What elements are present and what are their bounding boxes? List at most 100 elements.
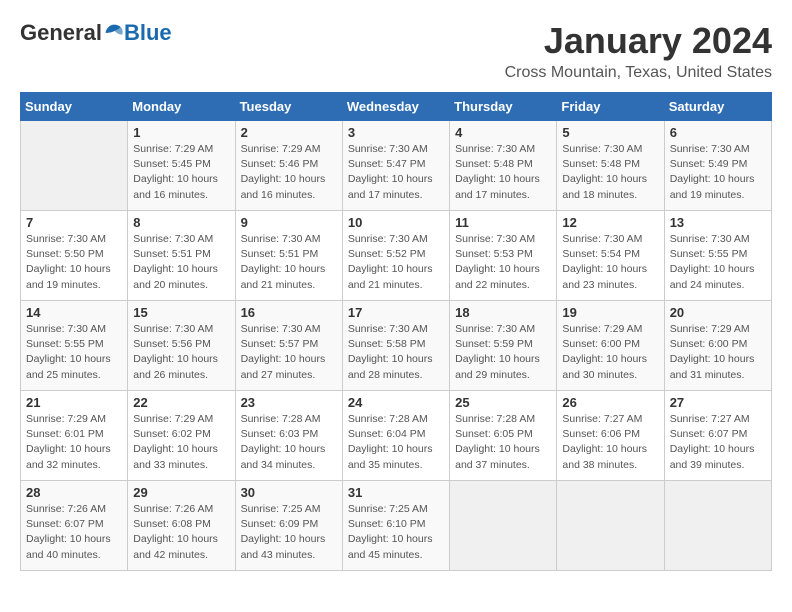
day-number: 18 bbox=[455, 305, 551, 320]
day-number: 2 bbox=[241, 125, 337, 140]
day-number: 27 bbox=[670, 395, 766, 410]
day-info: Sunrise: 7:29 AMSunset: 6:02 PMDaylight:… bbox=[133, 412, 229, 473]
calendar-cell: 14Sunrise: 7:30 AMSunset: 5:55 PMDayligh… bbox=[21, 301, 128, 391]
day-number: 28 bbox=[26, 485, 122, 500]
calendar-cell: 6 Sunrise: 7:30 AMSunset: 5:49 PMDaylight… bbox=[664, 121, 771, 211]
day-number: 11 bbox=[455, 215, 551, 230]
calendar-cell: 4 Sunrise: 7:30 AMSunset: 5:48 PMDaylight… bbox=[450, 121, 557, 211]
calendar-cell bbox=[664, 481, 771, 571]
day-number: 7 bbox=[26, 215, 122, 230]
calendar-cell bbox=[557, 481, 664, 571]
calendar-cell: 28 Sunrise: 7:26 AMSunset: 6:07 PMDayligh… bbox=[21, 481, 128, 571]
calendar-cell: 1 Sunrise: 7:29 AMSunset: 5:45 PMDaylight… bbox=[128, 121, 235, 211]
calendar-cell: 15 Sunrise: 7:30 AMSunset: 5:56 PMDayligh… bbox=[128, 301, 235, 391]
calendar-cell: 26 Sunrise: 7:27 AMSunset: 6:06 PMDayligh… bbox=[557, 391, 664, 481]
day-info: Sunrise: 7:26 AMSunset: 6:07 PMDaylight:… bbox=[26, 502, 122, 563]
calendar-cell: 29 Sunrise: 7:26 AMSunset: 6:08 PMDayligh… bbox=[128, 481, 235, 571]
day-number: 6 bbox=[670, 125, 766, 140]
day-number: 26 bbox=[562, 395, 658, 410]
calendar-week-row: 14Sunrise: 7:30 AMSunset: 5:55 PMDayligh… bbox=[21, 301, 772, 391]
logo-blue: Blue bbox=[124, 20, 172, 46]
day-header-wednesday: Wednesday bbox=[342, 93, 449, 121]
calendar-cell: 12 Sunrise: 7:30 AMSunset: 5:54 PMDayligh… bbox=[557, 211, 664, 301]
day-number: 9 bbox=[241, 215, 337, 230]
calendar-cell: 25Sunrise: 7:28 AMSunset: 6:05 PMDayligh… bbox=[450, 391, 557, 481]
day-header-friday: Friday bbox=[557, 93, 664, 121]
location: Cross Mountain, Texas, United States bbox=[505, 64, 772, 82]
day-number: 3 bbox=[348, 125, 444, 140]
calendar-cell: 8 Sunrise: 7:30 AMSunset: 5:51 PMDaylight… bbox=[128, 211, 235, 301]
day-info: Sunrise: 7:27 AMSunset: 6:06 PMDaylight:… bbox=[562, 412, 658, 473]
day-number: 12 bbox=[562, 215, 658, 230]
day-header-tuesday: Tuesday bbox=[235, 93, 342, 121]
day-info: Sunrise: 7:30 AMSunset: 5:49 PMDaylight:… bbox=[670, 142, 766, 203]
day-number: 25 bbox=[455, 395, 551, 410]
day-info: Sunrise: 7:26 AMSunset: 6:08 PMDaylight:… bbox=[133, 502, 229, 563]
day-info: Sunrise: 7:30 AMSunset: 5:59 PMDaylight:… bbox=[455, 322, 551, 383]
calendar-cell: 19Sunrise: 7:29 AMSunset: 6:00 PMDayligh… bbox=[557, 301, 664, 391]
day-info: Sunrise: 7:30 AMSunset: 5:54 PMDaylight:… bbox=[562, 232, 658, 293]
calendar-cell: 13 Sunrise: 7:30 AMSunset: 5:55 PMDayligh… bbox=[664, 211, 771, 301]
calendar-cell: 23 Sunrise: 7:28 AMSunset: 6:03 PMDayligh… bbox=[235, 391, 342, 481]
calendar-week-row: 7 Sunrise: 7:30 AMSunset: 5:50 PMDaylight… bbox=[21, 211, 772, 301]
calendar-week-row: 21 Sunrise: 7:29 AMSunset: 6:01 PMDayligh… bbox=[21, 391, 772, 481]
calendar-cell: 10 Sunrise: 7:30 AMSunset: 5:52 PMDayligh… bbox=[342, 211, 449, 301]
day-number: 4 bbox=[455, 125, 551, 140]
day-number: 19 bbox=[562, 305, 658, 320]
calendar-cell: 30 Sunrise: 7:25 AMSunset: 6:09 PMDayligh… bbox=[235, 481, 342, 571]
day-info: Sunrise: 7:30 AMSunset: 5:48 PMDaylight:… bbox=[562, 142, 658, 203]
day-info: Sunrise: 7:29 AMSunset: 5:46 PMDaylight:… bbox=[241, 142, 337, 203]
day-number: 30 bbox=[241, 485, 337, 500]
day-info: Sunrise: 7:29 AMSunset: 5:45 PMDaylight:… bbox=[133, 142, 229, 203]
calendar-cell: 2 Sunrise: 7:29 AMSunset: 5:46 PMDaylight… bbox=[235, 121, 342, 211]
calendar-table: SundayMondayTuesdayWednesdayThursdayFrid… bbox=[20, 92, 772, 571]
calendar-cell: 20Sunrise: 7:29 AMSunset: 6:00 PMDayligh… bbox=[664, 301, 771, 391]
day-number: 15 bbox=[133, 305, 229, 320]
calendar-cell bbox=[450, 481, 557, 571]
day-header-saturday: Saturday bbox=[664, 93, 771, 121]
day-info: Sunrise: 7:30 AMSunset: 5:50 PMDaylight:… bbox=[26, 232, 122, 293]
logo-icon bbox=[104, 23, 124, 43]
day-number: 21 bbox=[26, 395, 122, 410]
day-info: Sunrise: 7:30 AMSunset: 5:55 PMDaylight:… bbox=[670, 232, 766, 293]
day-info: Sunrise: 7:28 AMSunset: 6:03 PMDaylight:… bbox=[241, 412, 337, 473]
day-info: Sunrise: 7:29 AMSunset: 6:01 PMDaylight:… bbox=[26, 412, 122, 473]
day-number: 13 bbox=[670, 215, 766, 230]
calendar-cell: 18 Sunrise: 7:30 AMSunset: 5:59 PMDayligh… bbox=[450, 301, 557, 391]
page-header: General Blue January 2024 Cross Mountain… bbox=[20, 20, 772, 82]
calendar-cell: 24Sunrise: 7:28 AMSunset: 6:04 PMDayligh… bbox=[342, 391, 449, 481]
calendar-cell: 22 Sunrise: 7:29 AMSunset: 6:02 PMDayligh… bbox=[128, 391, 235, 481]
day-number: 10 bbox=[348, 215, 444, 230]
calendar-header-row: SundayMondayTuesdayWednesdayThursdayFrid… bbox=[21, 93, 772, 121]
calendar-cell: 27 Sunrise: 7:27 AMSunset: 6:07 PMDayligh… bbox=[664, 391, 771, 481]
calendar-cell bbox=[21, 121, 128, 211]
calendar-cell: 11Sunrise: 7:30 AMSunset: 5:53 PMDayligh… bbox=[450, 211, 557, 301]
day-number: 31 bbox=[348, 485, 444, 500]
calendar-cell: 21 Sunrise: 7:29 AMSunset: 6:01 PMDayligh… bbox=[21, 391, 128, 481]
logo-general: General bbox=[20, 20, 102, 46]
day-header-sunday: Sunday bbox=[21, 93, 128, 121]
day-info: Sunrise: 7:30 AMSunset: 5:51 PMDaylight:… bbox=[133, 232, 229, 293]
day-info: Sunrise: 7:29 AMSunset: 6:00 PMDaylight:… bbox=[670, 322, 766, 383]
day-number: 23 bbox=[241, 395, 337, 410]
day-info: Sunrise: 7:30 AMSunset: 5:58 PMDaylight:… bbox=[348, 322, 444, 383]
day-header-thursday: Thursday bbox=[450, 93, 557, 121]
day-info: Sunrise: 7:30 AMSunset: 5:52 PMDaylight:… bbox=[348, 232, 444, 293]
calendar-cell: 17Sunrise: 7:30 AMSunset: 5:58 PMDayligh… bbox=[342, 301, 449, 391]
day-number: 29 bbox=[133, 485, 229, 500]
day-info: Sunrise: 7:30 AMSunset: 5:56 PMDaylight:… bbox=[133, 322, 229, 383]
day-info: Sunrise: 7:30 AMSunset: 5:48 PMDaylight:… bbox=[455, 142, 551, 203]
day-info: Sunrise: 7:30 AMSunset: 5:47 PMDaylight:… bbox=[348, 142, 444, 203]
day-info: Sunrise: 7:25 AMSunset: 6:09 PMDaylight:… bbox=[241, 502, 337, 563]
calendar-cell: 5 Sunrise: 7:30 AMSunset: 5:48 PMDaylight… bbox=[557, 121, 664, 211]
day-number: 1 bbox=[133, 125, 229, 140]
day-number: 22 bbox=[133, 395, 229, 410]
day-number: 8 bbox=[133, 215, 229, 230]
day-number: 5 bbox=[562, 125, 658, 140]
day-number: 24 bbox=[348, 395, 444, 410]
day-info: Sunrise: 7:27 AMSunset: 6:07 PMDaylight:… bbox=[670, 412, 766, 473]
day-info: Sunrise: 7:30 AMSunset: 5:51 PMDaylight:… bbox=[241, 232, 337, 293]
calendar-cell: 31Sunrise: 7:25 AMSunset: 6:10 PMDayligh… bbox=[342, 481, 449, 571]
day-number: 14 bbox=[26, 305, 122, 320]
calendar-cell: 16Sunrise: 7:30 AMSunset: 5:57 PMDayligh… bbox=[235, 301, 342, 391]
